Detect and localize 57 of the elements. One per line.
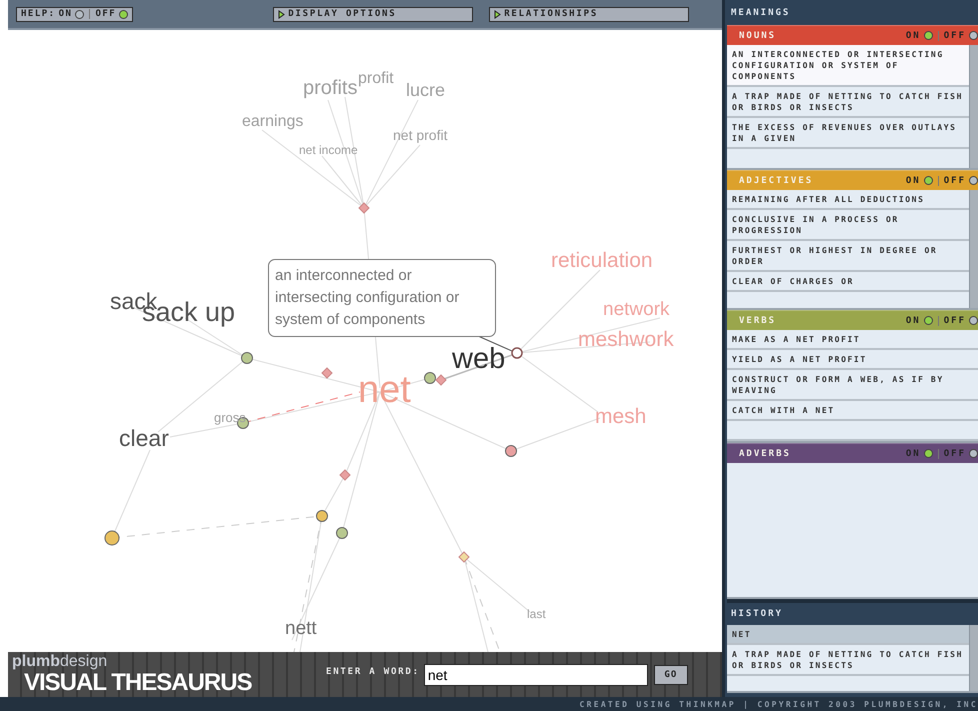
on-toggle[interactable] <box>924 31 933 40</box>
word-entry-label: ENTER A WORD: <box>326 666 420 676</box>
off-toggle[interactable] <box>119 10 128 18</box>
word-label[interactable]: nett <box>285 618 317 638</box>
graph-node[interactable] <box>316 510 328 522</box>
on-label: ON <box>906 30 921 40</box>
off-label: OFF <box>944 30 966 40</box>
menu-button[interactable]: DISPLAY OPTIONS <box>273 6 474 22</box>
on-label: ON <box>58 9 72 19</box>
section-title: VERBS <box>739 316 776 326</box>
off-toggle[interactable] <box>969 176 978 185</box>
scrollbar[interactable] <box>969 625 978 691</box>
section-title: ADJECTIVES <box>739 176 814 186</box>
word-label[interactable]: web <box>452 345 506 374</box>
menu-button[interactable]: RELATIONSHIPS <box>489 6 690 22</box>
word-label[interactable]: clear <box>119 427 169 450</box>
off-toggle[interactable] <box>969 31 978 40</box>
go-button[interactable]: GO <box>654 664 688 684</box>
scrollbar[interactable] <box>969 190 978 308</box>
on-label: ON <box>906 316 921 326</box>
play-triangle-icon <box>278 10 286 18</box>
graph-node[interactable] <box>321 367 333 379</box>
meaning-item[interactable]: AN INTERCONNECTED OR INTERSECTING CONFIGURATION OR SYSTEM OF COMPONENTS <box>727 45 969 87</box>
on-label: ON <box>906 176 921 186</box>
brand-logo: plumbdesign <box>12 654 108 670</box>
help-label: HELP: <box>21 9 56 19</box>
on-toggle[interactable] <box>924 316 933 325</box>
off-label: OFF <box>944 316 966 326</box>
on-toggle[interactable] <box>924 449 933 458</box>
off-label: OFF <box>944 176 966 186</box>
on-label: ON <box>906 448 921 458</box>
history-item[interactable]: NET <box>727 625 969 645</box>
section-title: NOUNS <box>739 30 776 40</box>
footer-credits: CREATED USING THINKMAP | COPYRIGHT 2003 PLUMBDESIGN, INC <box>0 697 978 711</box>
graph-node[interactable] <box>424 372 436 384</box>
graph-node[interactable] <box>358 202 370 214</box>
word-input[interactable]: net <box>424 664 648 686</box>
graph-node[interactable] <box>458 551 470 563</box>
scrollbar[interactable] <box>969 45 978 168</box>
on-toggle[interactable] <box>75 10 84 18</box>
panel-title: MEANINGS <box>730 6 792 20</box>
section-title: ADVERBS <box>739 448 791 458</box>
graph-node[interactable] <box>241 352 253 364</box>
off-label: OFF <box>944 448 966 458</box>
graph-node[interactable] <box>104 530 120 546</box>
off-toggle[interactable] <box>969 316 978 325</box>
graph-node[interactable] <box>336 527 348 539</box>
graph-node[interactable] <box>435 374 447 386</box>
off-toggle[interactable] <box>969 449 978 458</box>
graph-node[interactable] <box>339 469 351 481</box>
graph-node[interactable] <box>511 347 523 359</box>
off-label: OFF <box>95 9 116 19</box>
definition-tooltip: an interconnected or intersecting configuration or system of components <box>268 259 496 337</box>
graph-node[interactable] <box>505 445 517 457</box>
play-triangle-icon <box>494 10 502 18</box>
app-title: VISUAL THESAURUS <box>24 670 253 696</box>
on-toggle[interactable] <box>924 176 933 185</box>
